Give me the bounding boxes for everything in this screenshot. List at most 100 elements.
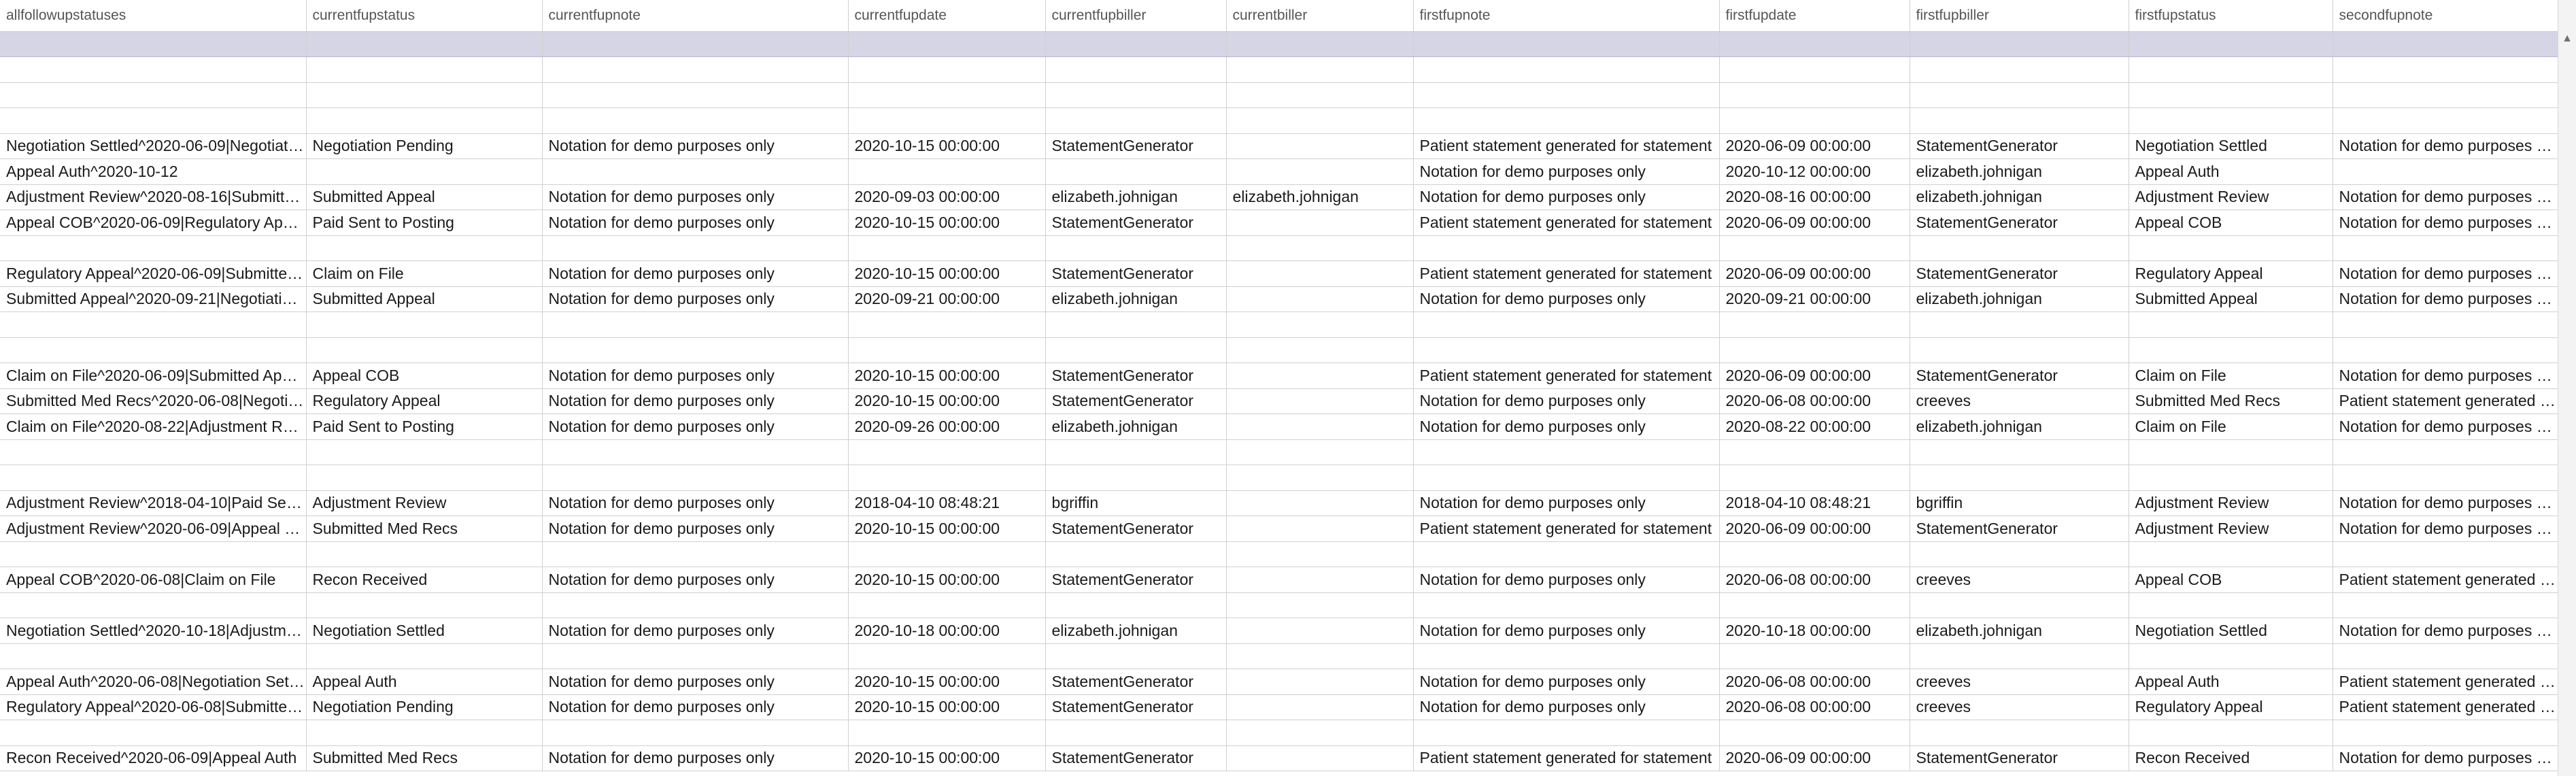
cell-firstfupstatus[interactable] bbox=[2129, 107, 2333, 134]
cell-secondfupnote[interactable]: Notation for demo purposes only bbox=[2333, 490, 2559, 516]
cell-firstfupstatus[interactable] bbox=[2129, 56, 2333, 83]
cell-allfollowupstatuses[interactable] bbox=[0, 235, 307, 261]
cell-currentfupnote[interactable] bbox=[542, 311, 849, 338]
cell-firstfupnote[interactable]: Patient statement generated for statemen… bbox=[1413, 362, 1720, 389]
cell-firstfupbiller[interactable]: StatementGenerator bbox=[1910, 260, 2129, 287]
cell-secondfupnote[interactable] bbox=[2333, 337, 2559, 363]
cell-secondfupnote[interactable] bbox=[2333, 465, 2559, 491]
cell-firstfupdate[interactable]: 2020-10-12 00:00:00 bbox=[1719, 158, 1910, 185]
table-row[interactable]: Adjustment Review^2020-06-09|Appeal COB S… bbox=[0, 516, 2559, 542]
cell-currentbiller[interactable] bbox=[1226, 414, 1414, 440]
cell-firstfupstatus[interactable] bbox=[2129, 311, 2333, 338]
cell-currentbiller[interactable] bbox=[1226, 643, 1414, 669]
cell-firstfupbiller[interactable] bbox=[1910, 439, 2129, 465]
cell-currentbiller[interactable] bbox=[1226, 439, 1414, 465]
cell-currentfupdate[interactable]: 2020-10-15 00:00:00 bbox=[848, 669, 1046, 695]
cell-currentfupdate[interactable] bbox=[848, 158, 1046, 185]
cell-currentfupdate[interactable]: 2020-09-03 00:00:00 bbox=[848, 184, 1046, 210]
cell-firstfupstatus[interactable] bbox=[2129, 720, 2333, 746]
cell-firstfupdate[interactable]: 2020-06-08 00:00:00 bbox=[1719, 669, 1910, 695]
table-row[interactable]: Submitted Appeal^2020-09-21|Negotiation … bbox=[0, 286, 2559, 312]
cell-currentbiller[interactable] bbox=[1226, 720, 1414, 746]
cell-firstfupbiller[interactable] bbox=[1910, 56, 2129, 83]
cell-currentfupnote[interactable] bbox=[542, 465, 849, 491]
cell-secondfupnote[interactable]: Notation for demo purposes only bbox=[2333, 209, 2559, 236]
cell-firstfupdate[interactable]: 2020-08-22 00:00:00 bbox=[1719, 414, 1910, 440]
cell-firstfupnote[interactable]: Notation for demo purposes only bbox=[1413, 567, 1720, 593]
table-row[interactable]: Claim on File^2020-06-09|Submitted Appea… bbox=[0, 362, 2559, 389]
cell-currentbiller[interactable] bbox=[1226, 567, 1414, 593]
table-row[interactable] bbox=[0, 56, 2559, 83]
cell-currentfupdate[interactable]: 2018-04-10 08:48:21 bbox=[848, 490, 1046, 516]
cell-secondfupnote[interactable]: Patient statement generated for statemen… bbox=[2333, 388, 2559, 414]
cell-secondfupnote[interactable] bbox=[2333, 31, 2559, 57]
cell-currentfupnote[interactable] bbox=[542, 235, 849, 261]
cell-firstfupstatus[interactable]: Negotiation Settled bbox=[2129, 618, 2333, 644]
cell-allfollowupstatuses[interactable]: Submitted Med Recs^2020-06-08|Negotiatio… bbox=[0, 388, 307, 414]
cell-secondfupnote[interactable]: Notation for demo purposes only bbox=[2333, 133, 2559, 159]
cell-currentfupbiller[interactable] bbox=[1045, 235, 1227, 261]
cell-allfollowupstatuses[interactable] bbox=[0, 56, 307, 83]
cell-currentfupdate[interactable]: 2020-10-15 00:00:00 bbox=[848, 362, 1046, 389]
cell-currentbiller[interactable] bbox=[1226, 235, 1414, 261]
cell-currentfupstatus[interactable] bbox=[306, 465, 543, 491]
cell-allfollowupstatuses[interactable]: Negotiation Settled^2020-10-18|Adjustmen… bbox=[0, 618, 307, 644]
cell-currentbiller[interactable] bbox=[1226, 286, 1414, 312]
cell-currentfupstatus[interactable]: Claim on File bbox=[306, 260, 543, 287]
cell-currentfupdate[interactable]: 2020-10-15 00:00:00 bbox=[848, 567, 1046, 593]
cell-firstfupstatus[interactable]: Appeal Auth bbox=[2129, 158, 2333, 185]
cell-currentfupbiller[interactable] bbox=[1045, 541, 1227, 567]
cell-allfollowupstatuses[interactable]: Regulatory Appeal^2020-06-09|Submitted A… bbox=[0, 260, 307, 287]
column-header-firstfupbiller[interactable]: firstfupbiller bbox=[1910, 0, 2129, 32]
cell-currentfupdate[interactable]: 2020-10-15 00:00:00 bbox=[848, 388, 1046, 414]
cell-currentfupdate[interactable] bbox=[848, 465, 1046, 491]
cell-currentbiller[interactable] bbox=[1226, 260, 1414, 287]
cell-currentfupbiller[interactable]: bgriffin bbox=[1045, 490, 1227, 516]
table-row[interactable] bbox=[0, 107, 2559, 134]
cell-firstfupstatus[interactable] bbox=[2129, 541, 2333, 567]
cell-secondfupnote[interactable]: Notation for demo purposes only bbox=[2333, 618, 2559, 644]
cell-currentbiller[interactable] bbox=[1226, 158, 1414, 185]
cell-currentfupnote[interactable]: Notation for demo purposes only bbox=[542, 286, 849, 312]
cell-secondfupnote[interactable] bbox=[2333, 158, 2559, 185]
cell-currentfupbiller[interactable]: StatementGenerator bbox=[1045, 260, 1227, 287]
cell-allfollowupstatuses[interactable]: Regulatory Appeal^2020-06-08|Submitted A… bbox=[0, 694, 307, 720]
cell-firstfupbiller[interactable]: StatementGenerator bbox=[1910, 745, 2129, 771]
table-row[interactable] bbox=[0, 311, 2559, 338]
cell-firstfupstatus[interactable]: Claim on File bbox=[2129, 414, 2333, 440]
cell-firstfupdate[interactable] bbox=[1719, 592, 1910, 618]
cell-allfollowupstatuses[interactable]: Claim on File^2020-06-09|Submitted Appea… bbox=[0, 362, 307, 389]
cell-currentfupstatus[interactable] bbox=[306, 720, 543, 746]
cell-currentfupnote[interactable]: Notation for demo purposes only bbox=[542, 184, 849, 210]
cell-secondfupnote[interactable] bbox=[2333, 56, 2559, 83]
column-header-secondfupnote[interactable]: secondfupnote bbox=[2333, 0, 2559, 32]
cell-currentfupstatus[interactable]: Adjustment Review bbox=[306, 490, 543, 516]
cell-currentfupstatus[interactable] bbox=[306, 541, 543, 567]
cell-currentfupnote[interactable]: Notation for demo purposes only bbox=[542, 618, 849, 644]
cell-secondfupnote[interactable] bbox=[2333, 107, 2559, 134]
cell-currentfupnote[interactable] bbox=[542, 643, 849, 669]
cell-firstfupdate[interactable]: 2020-06-09 00:00:00 bbox=[1719, 362, 1910, 389]
cell-currentbiller[interactable] bbox=[1226, 490, 1414, 516]
cell-firstfupnote[interactable]: Notation for demo purposes only bbox=[1413, 388, 1720, 414]
cell-firstfupbiller[interactable]: StatementGenerator bbox=[1910, 516, 2129, 542]
cell-allfollowupstatuses[interactable] bbox=[0, 465, 307, 491]
cell-currentbiller[interactable] bbox=[1226, 388, 1414, 414]
cell-currentbiller[interactable] bbox=[1226, 133, 1414, 159]
cell-firstfupdate[interactable] bbox=[1719, 107, 1910, 134]
cell-allfollowupstatuses[interactable] bbox=[0, 541, 307, 567]
cell-firstfupdate[interactable]: 2020-08-16 00:00:00 bbox=[1719, 184, 1910, 210]
cell-currentfupbiller[interactable] bbox=[1045, 720, 1227, 746]
cell-firstfupnote[interactable]: Notation for demo purposes only bbox=[1413, 490, 1720, 516]
chevron-up-icon[interactable]: ▲ bbox=[2560, 31, 2574, 46]
cell-currentbiller[interactable]: elizabeth.johnigan bbox=[1226, 184, 1414, 210]
cell-firstfupnote[interactable] bbox=[1413, 107, 1720, 134]
cell-currentbiller[interactable] bbox=[1226, 541, 1414, 567]
cell-currentfupbiller[interactable] bbox=[1045, 311, 1227, 338]
cell-firstfupnote[interactable] bbox=[1413, 541, 1720, 567]
cell-firstfupbiller[interactable]: creeves bbox=[1910, 567, 2129, 593]
cell-firstfupbiller[interactable] bbox=[1910, 643, 2129, 669]
cell-allfollowupstatuses[interactable] bbox=[0, 82, 307, 108]
cell-allfollowupstatuses[interactable]: Adjustment Review^2020-08-16|Submitted A… bbox=[0, 184, 307, 210]
column-header-firstfupdate[interactable]: firstfupdate bbox=[1719, 0, 1910, 32]
